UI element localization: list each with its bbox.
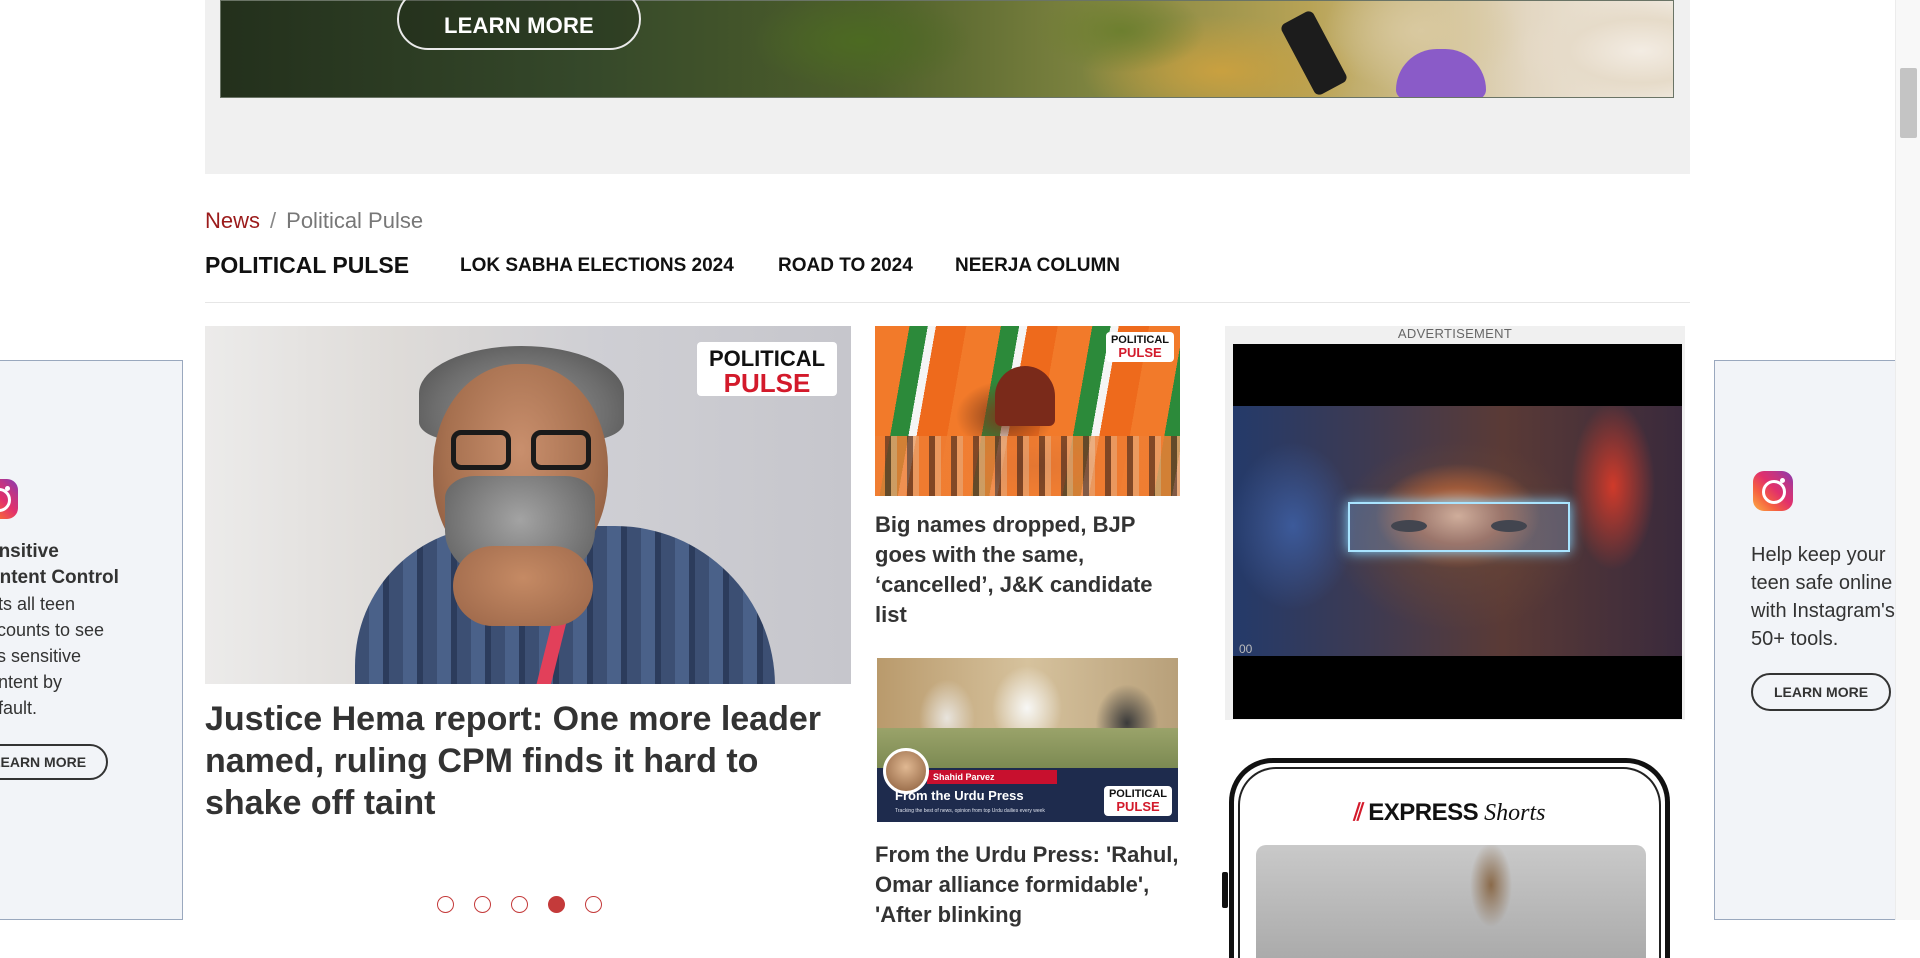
- left-ad-body: ets all teen ccounts to see ss sensitive…: [0, 594, 105, 718]
- breadcrumb: News / Political Pulse: [205, 208, 423, 234]
- urdu-press-title: From the Urdu Press: [895, 788, 1024, 803]
- nav-link-lok-sabha-elections[interactable]: LOK SABHA ELECTIONS 2024: [460, 255, 734, 277]
- political-pulse-logo: POLITICAL PULSE: [1104, 786, 1172, 816]
- express-shorts-logo: ⫽ EXPRESS Shorts: [1353, 799, 1546, 826]
- video-scene: 00: [1233, 406, 1682, 656]
- author-badge: Shahid Parvez: [927, 770, 1057, 784]
- visor-graphic: [1348, 502, 1570, 552]
- left-ad-title: ensitive ontent Control: [0, 541, 119, 588]
- right-side-ad[interactable]: Help keep your teen safe online with Ins…: [1714, 360, 1904, 920]
- instagram-icon: [0, 479, 18, 519]
- toy-graphic: [1396, 49, 1486, 97]
- right-ad-body: Help keep your teen safe online with Ins…: [1751, 544, 1895, 650]
- video-player[interactable]: 00: [1233, 344, 1682, 719]
- political-pulse-logo: POLITICAL PULSE: [1106, 332, 1174, 362]
- carousel-dot-active[interactable]: [548, 896, 565, 913]
- left-side-ad[interactable]: ensitive ontent Control ets all teen cco…: [0, 360, 183, 920]
- political-pulse-logo: POLITICAL PULSE: [697, 342, 837, 396]
- glasses-graphic: [451, 430, 591, 474]
- shorts-thumbnail[interactable]: [1256, 845, 1646, 958]
- right-ad-learn-more-button[interactable]: LEARN MORE: [1751, 673, 1891, 711]
- carousel-dot[interactable]: [474, 896, 491, 913]
- lead-story-image[interactable]: POLITICAL PULSE: [205, 326, 851, 684]
- crowd-graphic: [875, 436, 1180, 496]
- carousel-dot[interactable]: [511, 896, 528, 913]
- video-advertisement: ADVERTISEMENT 00: [1225, 326, 1685, 720]
- breadcrumb-separator: /: [270, 208, 277, 233]
- breadcrumb-news-link[interactable]: News: [205, 208, 260, 233]
- scrollbar-thumb[interactable]: [1900, 68, 1917, 138]
- breadcrumb-current: Political Pulse: [286, 208, 424, 233]
- top-ad-learn-more-button[interactable]: LEARN MORE: [397, 0, 641, 50]
- carousel-dot[interactable]: [585, 896, 602, 913]
- urdu-press-subtitle: Tracking the best of news, opinion from …: [895, 808, 1045, 814]
- express-shorts-widget[interactable]: ⫽ EXPRESS Shorts: [1229, 758, 1670, 958]
- story-headline[interactable]: From the Urdu Press: 'Rahul, Omar allian…: [875, 840, 1180, 930]
- express-logo-icon: ⫽: [1353, 799, 1365, 826]
- story-image-bjp-flags[interactable]: POLITICAL PULSE: [875, 326, 1180, 496]
- instagram-icon: [1753, 471, 1793, 511]
- phone-side-button: [1222, 872, 1228, 908]
- page-scrollbar[interactable]: [1895, 0, 1920, 920]
- section-title[interactable]: POLITICAL PULSE: [205, 252, 409, 279]
- carousel-dots: [437, 896, 602, 913]
- left-ad-learn-more-button[interactable]: LEARN MORE: [0, 744, 108, 780]
- nav-link-road-to-2024[interactable]: ROAD TO 2024: [778, 255, 913, 277]
- lead-story-headline[interactable]: Justice Hema report: One more leader nam…: [205, 698, 851, 824]
- phone-graphic: [1279, 9, 1349, 97]
- story-image-urdu-press[interactable]: Shahid Parvez From the Urdu Press Tracki…: [877, 658, 1178, 822]
- carousel-dot[interactable]: [437, 896, 454, 913]
- lotus-cutout-graphic: [995, 366, 1055, 426]
- advertisement-label: ADVERTISEMENT: [1397, 326, 1513, 341]
- hand-graphic: [453, 546, 593, 626]
- story-headline[interactable]: Big names dropped, BJP goes with the sam…: [875, 510, 1180, 630]
- video-timestamp: 00: [1239, 642, 1253, 656]
- nav-link-neerja-column[interactable]: NEERJA COLUMN: [955, 255, 1120, 277]
- section-nav: POLITICAL PULSE LOK SABHA ELECTIONS 2024…: [205, 252, 1690, 303]
